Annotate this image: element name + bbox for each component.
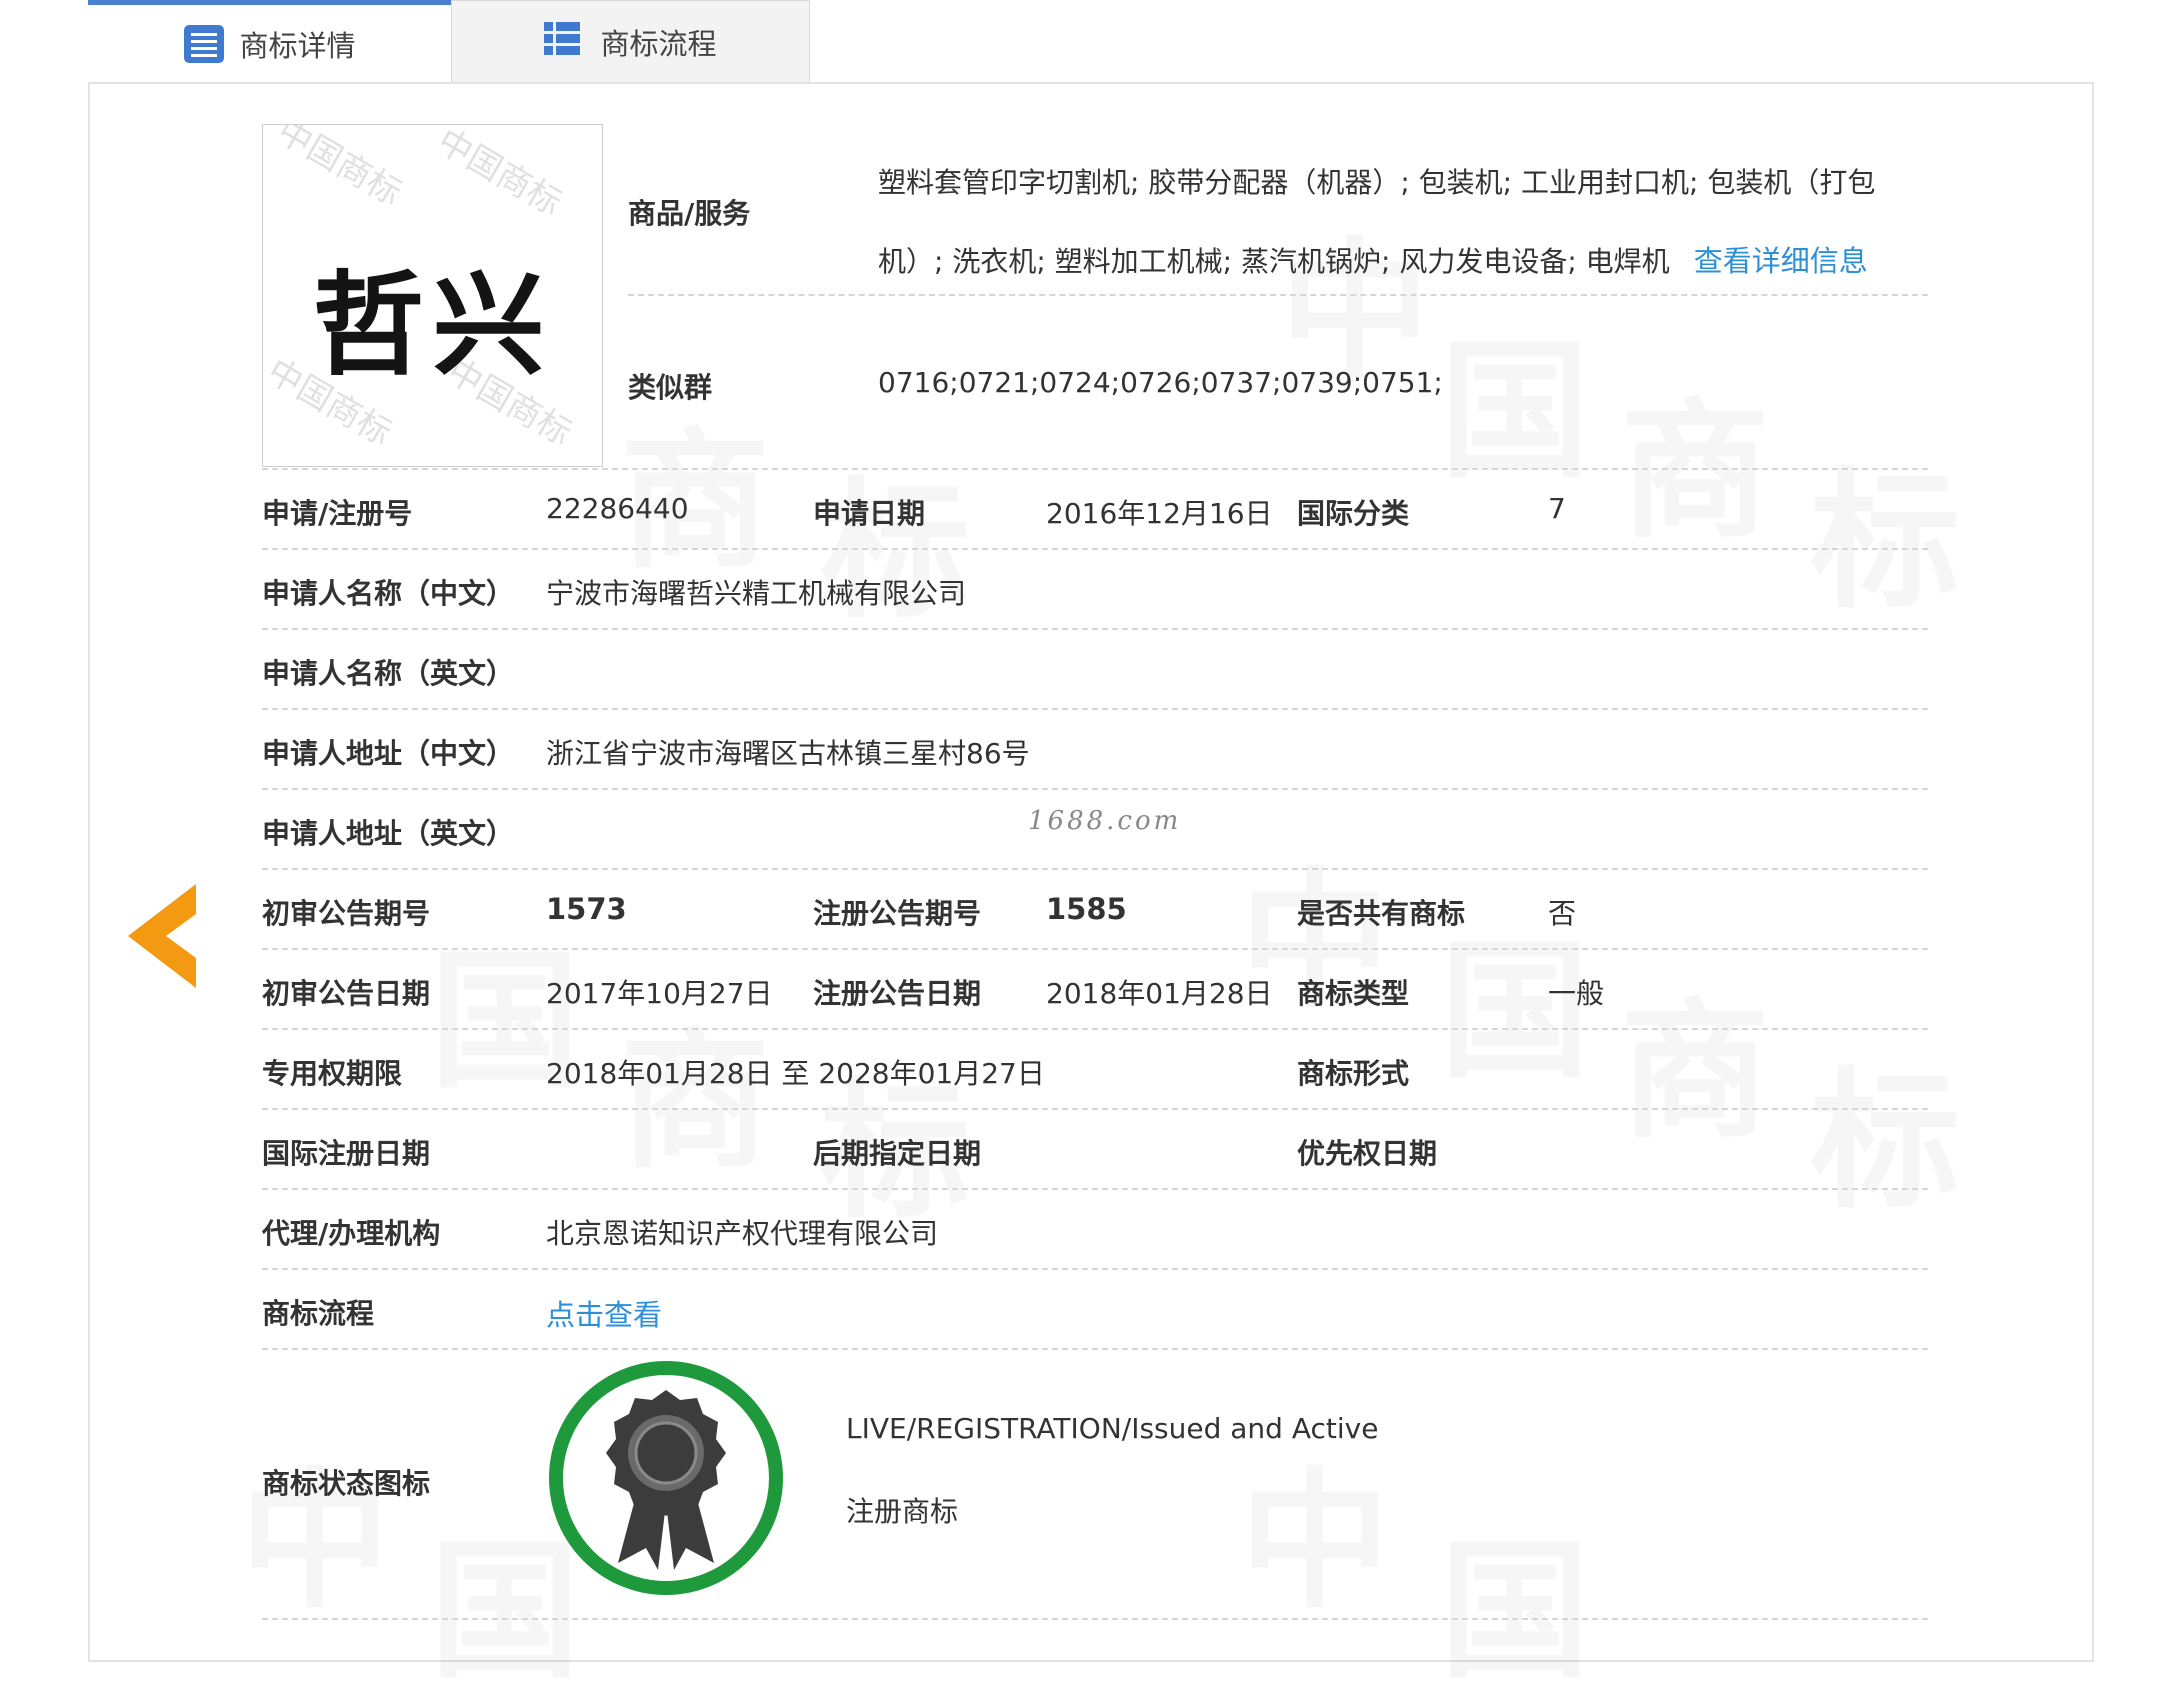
background-watermark: 标 <box>1810 420 1960 637</box>
view-details-link[interactable]: 查看详细信息 <box>1694 244 1868 278</box>
address-en-label: 申请人地址（英文） <box>262 817 515 850</box>
divider <box>262 868 1928 870</box>
applicant-cn-label: 申请人名称（中文） <box>262 577 515 610</box>
reg-no-label: 申请/注册号 <box>262 497 413 530</box>
intl-class-value: 7 <box>1548 492 1566 525</box>
divider <box>262 708 1928 710</box>
background-watermark: 商 <box>1620 350 1770 567</box>
priority-date-label: 优先权日期 <box>1297 1137 1438 1170</box>
reg-pub-no-label: 注册公告期号 <box>813 897 982 930</box>
image-watermark: 中国商标 <box>270 124 409 214</box>
shared-value: 否 <box>1548 897 1577 930</box>
status-text-cn: 注册商标 <box>846 1495 959 1528</box>
divider <box>262 1188 1928 1190</box>
divider <box>262 628 1928 630</box>
divider <box>628 294 1928 296</box>
tab-trademark-flow[interactable]: 商标流程 <box>451 0 810 82</box>
exclusive-term-value: 2018年01月28日 至 2028年01月27日 <box>546 1057 1045 1090</box>
intl-reg-date-label: 国际注册日期 <box>262 1137 431 1170</box>
prelim-no-label: 初审公告期号 <box>262 897 431 930</box>
tm-type-value: 一般 <box>1548 977 1605 1010</box>
divider <box>262 948 1928 950</box>
background-watermark: 中 <box>1240 1420 1390 1637</box>
divider <box>262 1108 1928 1110</box>
background-watermark: 商 <box>620 380 770 597</box>
divider <box>262 1028 1928 1030</box>
later-designation-date-label: 后期指定日期 <box>813 1137 982 1170</box>
exclusive-term-label: 专用权期限 <box>262 1057 403 1090</box>
similar-group-value: 0716;0721;0724;0726;0737;0739;0751; <box>878 366 1443 399</box>
divider <box>262 1618 1928 1620</box>
agent-label: 代理/办理机构 <box>262 1217 441 1250</box>
background-watermark: 标 <box>1810 1020 1960 1237</box>
goods-line: 机）; 洗衣机; 塑料加工机械; 蒸汽机锅炉; 风力发电设备; 电焊机 <box>878 245 1670 278</box>
shared-label: 是否共有商标 <box>1297 897 1466 930</box>
prelim-no-value: 1573 <box>546 892 627 926</box>
tm-form-label: 商标形式 <box>1297 1057 1410 1090</box>
reg-pub-date-label: 注册公告日期 <box>813 977 982 1010</box>
status-icon-label: 商标状态图标 <box>262 1467 431 1500</box>
agent-value: 北京恩诺知识产权代理有限公司 <box>546 1217 939 1250</box>
trademark-flow-label: 商标流程 <box>262 1297 375 1330</box>
background-watermark: 商 <box>1620 950 1770 1167</box>
list-icon <box>183 24 225 64</box>
intl-class-label: 国际分类 <box>1297 497 1410 530</box>
trademark-text: 哲兴 <box>312 260 553 391</box>
site-watermark: 1688.com <box>1028 806 1182 836</box>
background-watermark: 国 <box>1440 1490 1590 1707</box>
goods-line: 塑料套管印字切割机; 胶带分配器（机器）; 包装机; 工业用封口机; 包装机（打… <box>878 166 1876 199</box>
view-flow-link[interactable]: 点击查看 <box>546 1292 662 1334</box>
prelim-date-value: 2017年10月27日 <box>546 977 773 1010</box>
background-watermark: 标 <box>820 430 970 647</box>
divider <box>262 468 1928 470</box>
divider <box>262 1268 1928 1270</box>
divider <box>262 788 1928 790</box>
divider <box>262 1348 1928 1350</box>
reg-no-value: 22286440 <box>546 492 689 525</box>
app-date-label: 申请日期 <box>813 497 926 530</box>
goods-line-2: 机）; 洗衣机; 塑料加工机械; 蒸汽机锅炉; 风力发电设备; 电焊机 查看详细信… <box>878 222 1908 301</box>
goods-services-label: 商品/服务 <box>628 197 751 230</box>
address-cn-label: 申请人地址（中文） <box>262 737 515 770</box>
tab-label: 商标详情 <box>239 28 356 63</box>
tab-label: 商标流程 <box>600 26 717 61</box>
address-cn-value: 浙江省宁波市海曙区古林镇三星村86号 <box>546 737 1030 770</box>
goods-services-value: 塑料套管印字切割机; 胶带分配器（机器）; 包装机; 工业用封口机; 包装机（打… <box>878 144 1908 301</box>
reg-pub-date-value: 2018年01月28日 <box>1046 977 1273 1010</box>
trademark-image: 中国商标 中国商标 中国商标 中国商标 哲兴 <box>262 124 603 467</box>
reg-pub-no-value: 1585 <box>1046 892 1127 926</box>
image-watermark: 中国商标 <box>430 124 569 224</box>
award-ribbon-icon <box>546 1358 786 1598</box>
prelim-date-label: 初审公告日期 <box>262 977 431 1010</box>
similar-group-label: 类似群 <box>628 371 713 404</box>
background-watermark: 国 <box>1440 290 1590 507</box>
divider <box>262 548 1928 550</box>
chevron-left-icon[interactable] <box>128 884 198 988</box>
tm-type-label: 商标类型 <box>1297 977 1410 1010</box>
background-watermark: 中 <box>240 1420 390 1637</box>
status-text-en: LIVE/REGISTRATION/Issued and Active <box>846 1412 1379 1445</box>
app-date-value: 2016年12月16日 <box>1046 497 1273 530</box>
applicant-en-label: 申请人名称（英文） <box>262 657 515 690</box>
tab-trademark-details[interactable]: 商标详情 <box>88 0 451 82</box>
applicant-cn-value: 宁波市海曙哲兴精工机械有限公司 <box>546 577 967 610</box>
grid-list-icon <box>544 21 586 62</box>
